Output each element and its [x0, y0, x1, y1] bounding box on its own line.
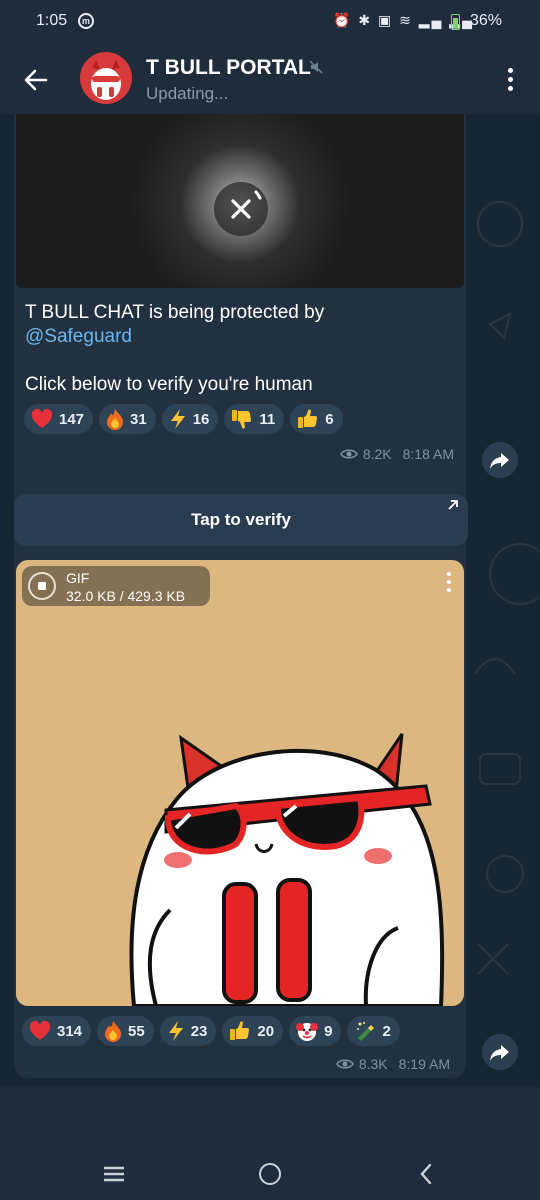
views-eye-icon	[339, 449, 358, 459]
message-time: 8:18 AM	[402, 446, 454, 462]
message-line: T BULL CHAT is being protected by	[25, 302, 325, 323]
download-progress-icon[interactable]	[28, 572, 56, 600]
verify-button-label: Tap to verify	[191, 510, 291, 529]
tap-to-verify-button[interactable]: Tap to verify	[14, 494, 468, 546]
gif-download-badge[interactable]: GIF 32.0 KB / 429.3 KB	[22, 566, 210, 606]
reaction-lightning[interactable]: 16	[161, 404, 219, 434]
reaction-fire[interactable]: 55	[97, 1016, 154, 1046]
cancel-download-button[interactable]	[214, 182, 268, 236]
view-count: 8.3K	[358, 1056, 388, 1072]
lightning-icon	[168, 1021, 183, 1041]
share-button[interactable]	[482, 442, 518, 478]
gif-media[interactable]: GIF 32.0 KB / 429.3 KB	[16, 560, 464, 1006]
fire-icon	[105, 1021, 122, 1042]
share-button[interactable]	[482, 1034, 518, 1070]
mute-icon	[309, 60, 323, 74]
safeguard-mention-link[interactable]: @Safeguard	[25, 326, 132, 347]
reaction-thumbs-up[interactable]: 6	[290, 404, 343, 434]
thumbs-down-icon	[232, 410, 252, 429]
app-notification-icon: m	[78, 13, 94, 29]
more-vertical-icon	[508, 68, 513, 73]
system-navigation-bar	[0, 1148, 540, 1200]
status-bar: 1:05 m ⏰ ✱ ▣ ≋ ▂▄ ▂▄ 36%	[0, 0, 540, 44]
bottom-panel	[0, 1086, 540, 1148]
message-meta: 8.3K 8:19 AM	[335, 1056, 450, 1072]
reaction-thumbs-up[interactable]: 20	[222, 1016, 284, 1046]
recent-apps-icon[interactable]	[103, 1164, 125, 1184]
close-icon	[231, 190, 262, 219]
message-bubble[interactable]: GIF 32.0 KB / 429.3 KB 314 55 23 20 9 2 …	[14, 558, 466, 1078]
reaction-heart[interactable]: 147	[24, 404, 94, 434]
share-arrow-icon	[490, 453, 509, 469]
champagne-bottle-icon	[357, 1022, 375, 1041]
view-count: 8.2K	[362, 446, 392, 462]
message-time: 8:19 AM	[398, 1056, 450, 1072]
devil-mascot-gif-image	[129, 733, 445, 1006]
gif-download-size: 32.0 KB / 429.3 KB	[66, 588, 186, 604]
reaction-champagne[interactable]: 2	[347, 1016, 400, 1046]
lightning-icon	[170, 409, 185, 429]
chat-area[interactable]: T BULL CHAT is being protected by @Safeg…	[0, 114, 540, 1086]
chat-title[interactable]: T BULL PORTAL	[146, 56, 311, 80]
fire-icon	[107, 409, 124, 430]
message-bubble[interactable]: T BULL CHAT is being protected by @Safeg…	[14, 114, 466, 624]
message-text: T BULL CHAT is being protected by @Safeg…	[25, 301, 455, 397]
battery-percent: 36%	[469, 12, 502, 29]
more-vertical-icon	[447, 572, 451, 576]
nav-back-icon[interactable]	[418, 1162, 434, 1186]
home-icon[interactable]	[259, 1163, 281, 1185]
reaction-clown[interactable]: 9	[289, 1016, 342, 1046]
more-menu-button[interactable]	[498, 64, 522, 94]
external-link-arrow-icon	[448, 500, 458, 510]
message-meta: 8.2K 8:18 AM	[339, 446, 454, 462]
reaction-lightning[interactable]: 23	[159, 1016, 217, 1046]
gif-label: GIF	[66, 570, 90, 586]
heart-icon	[29, 1021, 51, 1040]
gif-menu-button[interactable]	[442, 570, 458, 594]
chat-header: T BULL PORTAL Updating...	[0, 44, 540, 114]
reaction-heart[interactable]: 314	[22, 1016, 92, 1046]
message-line: Click below to verify you're human	[25, 374, 313, 395]
share-arrow-icon	[490, 1045, 509, 1061]
status-time: 1:05	[36, 12, 68, 29]
views-eye-icon	[335, 1059, 354, 1069]
battery-icon	[451, 14, 460, 30]
chat-status: Updating...	[146, 84, 229, 103]
arrow-left-icon	[24, 69, 48, 91]
thumbs-up-icon	[298, 409, 318, 428]
avatar[interactable]	[80, 52, 132, 104]
media-preview[interactable]	[16, 114, 464, 288]
reactions: 147 31 16 11 6	[24, 404, 343, 434]
back-button[interactable]	[18, 62, 54, 98]
reactions: 314 55 23 20 9 2	[22, 1016, 400, 1046]
thumbs-up-icon	[230, 1021, 250, 1040]
heart-icon	[31, 409, 53, 428]
clown-face-icon	[296, 1023, 319, 1041]
reaction-thumbs-down[interactable]: 11	[224, 404, 285, 434]
reaction-fire[interactable]: 31	[99, 404, 156, 434]
